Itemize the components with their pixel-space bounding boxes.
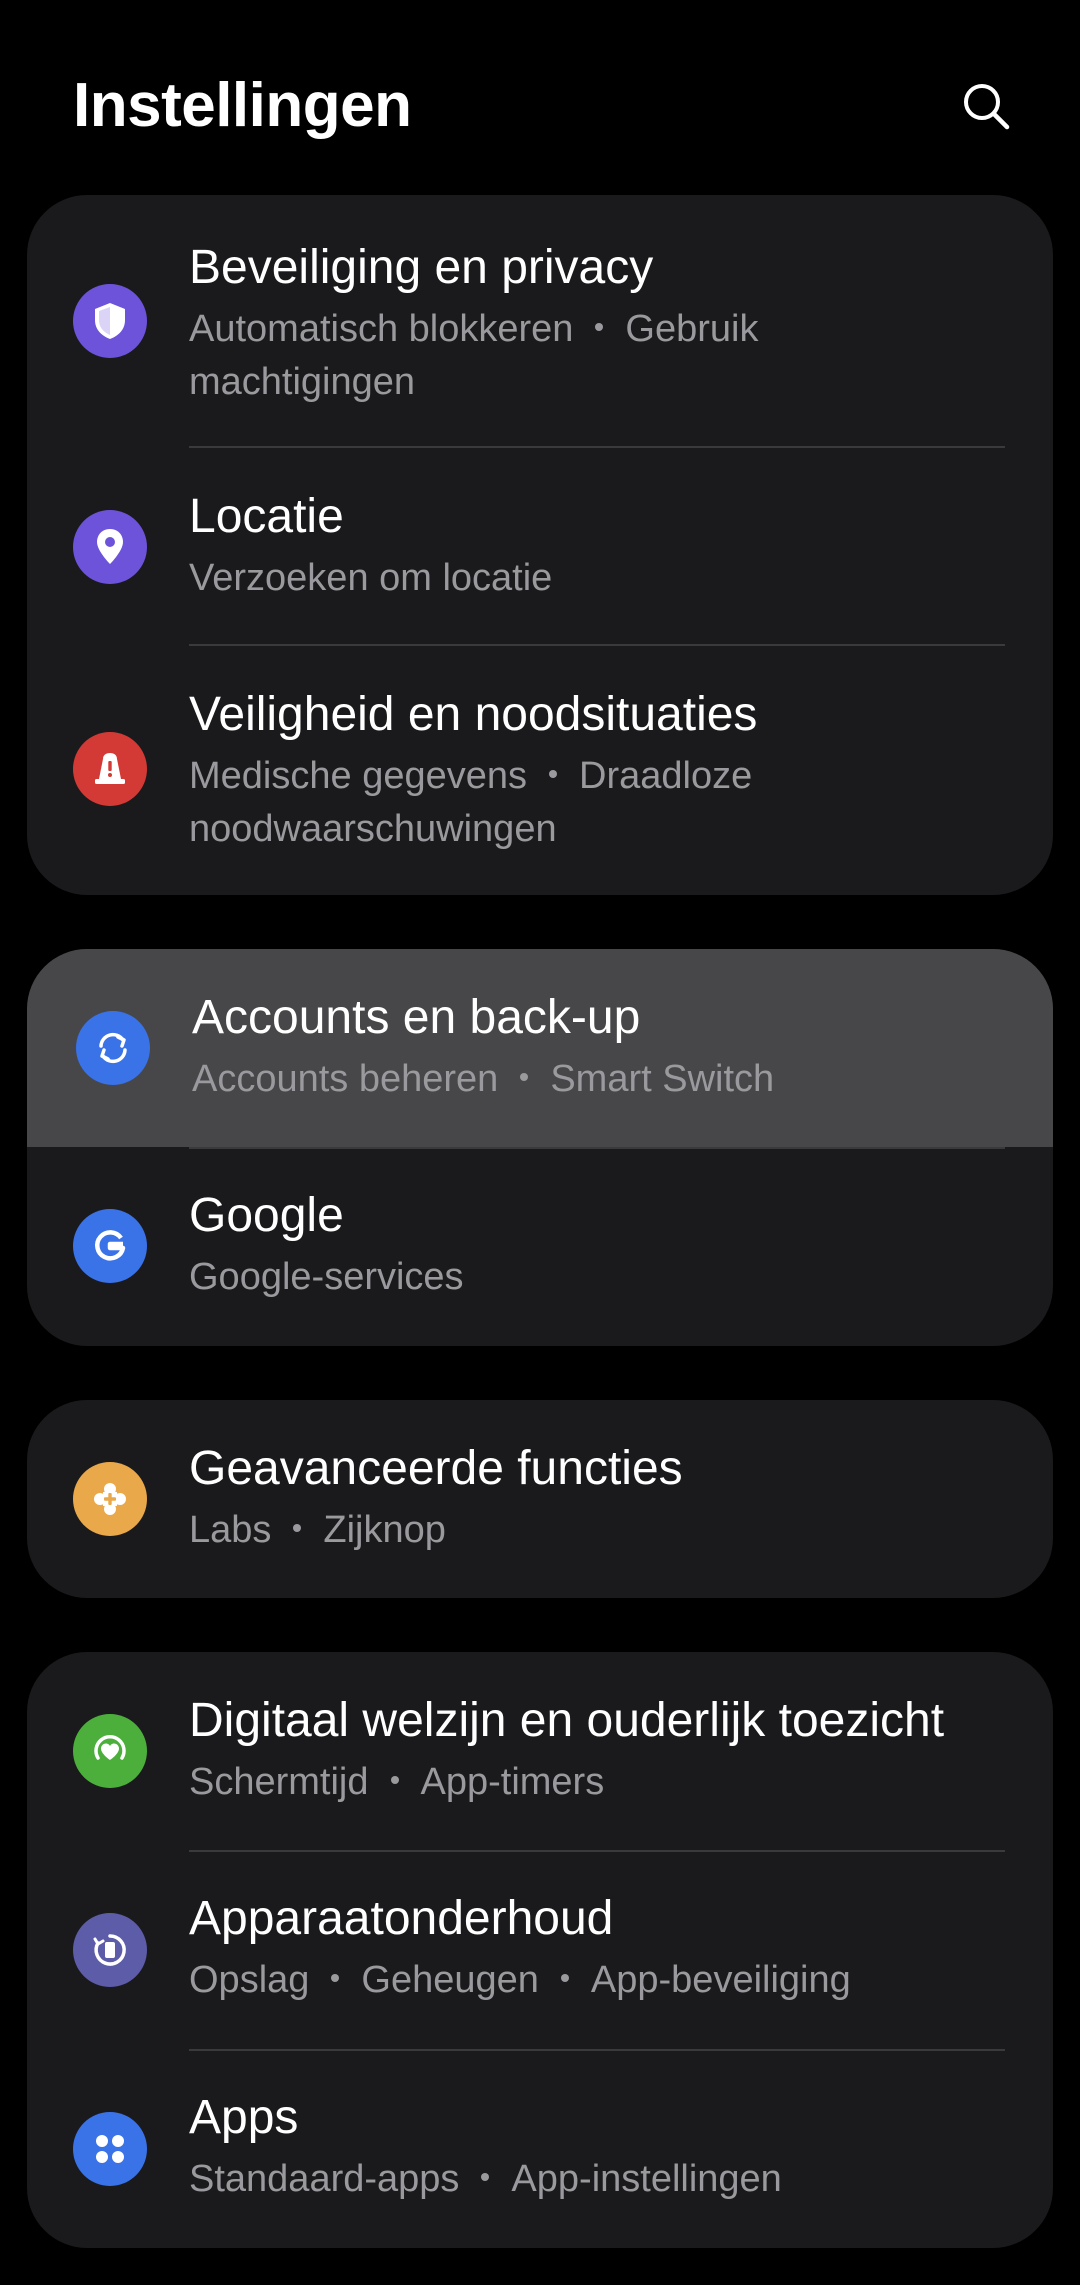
card-advanced-group: Geavanceerde functies Labs Zijknop [27,1400,1053,1598]
puzzle-icon [73,1462,147,1536]
item-title: Apps [189,2091,299,2144]
location-pin-icon [73,510,147,584]
sync-icon [76,1011,150,1085]
item-title: Apparaatonderhoud [189,1892,614,1945]
item-title: Accounts en back-up [192,991,641,1044]
settings-item-device-care[interactable]: Apparaatonderhoud Opslag Geheugen App-beve… [27,1852,1053,2050]
settings-item-accounts-backup[interactable]: Accounts en back-up Accounts beheren Smar… [27,949,1053,1147]
item-subtitle: Automatisch blokkeren Gebruik machtiginge… [189,308,759,403]
item-title: Veiligheid en noodsituaties [189,688,758,741]
settings-item-security-privacy[interactable]: Beveiliging en privacy Automatisch blokk… [27,195,1053,448]
header: Instellingen [0,0,1080,190]
settings-item-location[interactable]: Locatie Verzoeken om locatie [27,448,1053,646]
item-subtitle: Schermtijd App-timers [189,1761,605,1803]
settings-item-google[interactable]: Google Google-services [27,1149,1053,1346]
item-subtitle: Medische gegevens Draadloze noodwaarschuw… [189,755,753,850]
shield-icon [73,284,147,358]
heart-icon [73,1714,147,1788]
item-title: Beveiliging en privacy [189,241,654,294]
item-title: Google [189,1189,344,1242]
card-security-group: Beveiliging en privacy Automatisch blokk… [27,195,1053,895]
search-icon [964,84,1010,130]
google-icon [73,1209,147,1283]
item-subtitle: Google-services [189,1256,464,1298]
item-subtitle: Standaard-apps App-instellingen [189,2158,782,2200]
item-subtitle: Opslag Geheugen App-beveiliging [189,1959,851,2001]
card-device-group: Digitaal welzijn en ouderlijk toezicht S… [27,1652,1053,2248]
search-button[interactable] [950,70,1022,142]
item-subtitle: Verzoeken om locatie [189,557,553,599]
item-subtitle: Accounts beheren Smart Switch [192,1058,775,1100]
settings-item-digital-wellbeing[interactable]: Digitaal welzijn en ouderlijk toezicht S… [27,1652,1053,1851]
device-care-icon [73,1913,147,1987]
item-title: Digitaal welzijn en ouderlijk toezicht [189,1694,945,1747]
settings-item-apps[interactable]: Apps Standaard-apps App-instellingen [27,2051,1053,2248]
item-title: Locatie [189,490,344,543]
settings-item-advanced-features[interactable]: Geavanceerde functies Labs Zijknop [27,1400,1053,1598]
item-subtitle: Labs Zijknop [189,1509,446,1551]
page-title: Instellingen [73,71,412,140]
settings-item-safety-emergency[interactable]: Veiligheid en noodsituaties Medische geg… [27,646,1053,895]
emergency-icon [73,732,147,806]
item-title: Geavanceerde functies [189,1442,683,1495]
apps-grid-icon [73,2112,147,2186]
card-accounts-group: Accounts en back-up Accounts beheren Smar… [27,949,1053,1346]
